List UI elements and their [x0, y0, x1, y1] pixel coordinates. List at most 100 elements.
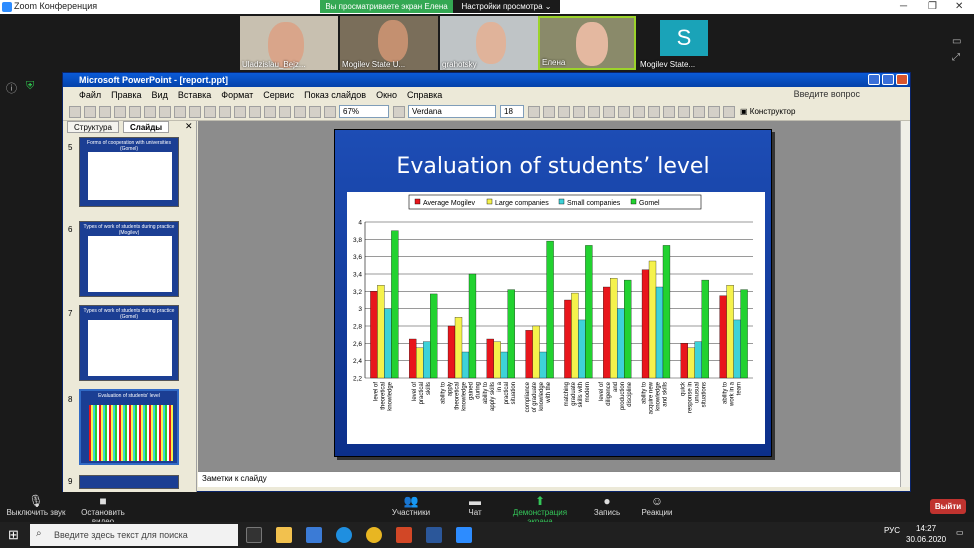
- menu-edit[interactable]: Правка: [111, 90, 141, 100]
- grid-icon[interactable]: [324, 105, 336, 118]
- legend-label: Small companies: [567, 200, 621, 207]
- participant-tile[interactable]: Uladzislau_Bejz...: [240, 16, 338, 70]
- help-question-box[interactable]: Введите вопрос: [794, 89, 860, 99]
- participant-tile[interactable]: Mogilev State U...: [340, 16, 438, 70]
- email-icon[interactable]: [129, 105, 141, 118]
- reactions-button[interactable]: ☺ Реакции: [640, 494, 674, 517]
- file-explorer-icon[interactable]: [276, 527, 292, 543]
- powerpoint-icon[interactable]: [396, 527, 412, 543]
- align-left-icon[interactable]: [588, 105, 600, 118]
- keyboard-language[interactable]: РУС: [884, 526, 900, 535]
- participants-icon: 👥: [403, 494, 419, 508]
- record-button[interactable]: ● Запись: [592, 494, 622, 517]
- slide-thumbnail[interactable]: [79, 475, 179, 489]
- shadow-icon[interactable]: [573, 105, 585, 118]
- help-icon[interactable]: [393, 105, 405, 118]
- zoom-select[interactable]: 67%: [339, 105, 389, 118]
- print-icon[interactable]: [144, 105, 156, 118]
- participant-tile-active[interactable]: Елена: [538, 16, 636, 70]
- share-screen-icon: ⬆: [534, 494, 546, 508]
- undo-icon[interactable]: [249, 105, 261, 118]
- italic-icon[interactable]: [543, 105, 555, 118]
- thumb-number: 8: [68, 395, 73, 404]
- increase-indent-icon[interactable]: [708, 105, 720, 118]
- menu-tools[interactable]: Сервис: [263, 90, 294, 100]
- bold-icon[interactable]: [528, 105, 540, 118]
- menu-file[interactable]: Файл: [79, 90, 101, 100]
- new-icon[interactable]: [69, 105, 81, 118]
- panel-close-icon[interactable]: ✕: [185, 121, 193, 132]
- leave-button[interactable]: Выйти: [930, 499, 966, 514]
- font-color-icon[interactable]: [723, 105, 735, 118]
- slide-thumbnail[interactable]: Types of work of students during practic…: [79, 305, 179, 381]
- menu-window[interactable]: Окно: [376, 90, 397, 100]
- chat-button[interactable]: ▬ Чат: [462, 494, 488, 517]
- windows-start-icon[interactable]: ⊞: [8, 527, 19, 543]
- participant-tile[interactable]: grahotsky: [440, 16, 538, 70]
- save-icon[interactable]: [99, 105, 111, 118]
- table-icon[interactable]: [294, 105, 306, 118]
- minimize-icon[interactable]: ─: [900, 1, 907, 12]
- menu-view[interactable]: Вид: [152, 90, 168, 100]
- ppt-minimize-icon[interactable]: [868, 74, 880, 85]
- notes-pane[interactable]: Заметки к слайду: [198, 471, 900, 487]
- copy-icon[interactable]: [204, 105, 216, 118]
- spelling-icon[interactable]: [174, 105, 186, 118]
- paste-icon[interactable]: [219, 105, 231, 118]
- task-view-icon[interactable]: [246, 527, 262, 543]
- ppt-maximize-icon[interactable]: [882, 74, 894, 85]
- font-name-select[interactable]: Verdana: [408, 105, 496, 118]
- slide-thumbnail-selected[interactable]: Evaluation of students' level: [79, 389, 179, 465]
- menu-insert[interactable]: Вставка: [178, 90, 211, 100]
- participants-button[interactable]: 👥 Участники: [388, 494, 434, 517]
- zoom-icon[interactable]: [456, 527, 472, 543]
- numbering-icon[interactable]: [633, 105, 645, 118]
- designer-button[interactable]: ▣ Конструктор: [740, 107, 795, 116]
- word-icon[interactable]: [426, 527, 442, 543]
- menu-format[interactable]: Формат: [221, 90, 253, 100]
- align-right-icon[interactable]: [618, 105, 630, 118]
- x-tick-label: ability toapply skillsin apracticalsitua…: [483, 381, 517, 411]
- chart-icon[interactable]: [279, 105, 291, 118]
- participant-tile[interactable]: S Mogilev State...: [638, 16, 736, 70]
- slide[interactable]: Evaluation of students’ level Average Mo…: [334, 129, 772, 457]
- bar: [532, 325, 540, 379]
- store-icon[interactable]: [306, 527, 322, 543]
- ppt-close-icon[interactable]: [896, 74, 908, 85]
- slide-thumbnail[interactable]: Types of work of students during practic…: [79, 221, 179, 297]
- tables-borders-icon[interactable]: [309, 105, 321, 118]
- underline-icon[interactable]: [558, 105, 570, 118]
- slide-thumbnail[interactable]: Forms of cooperation with universities (…: [79, 137, 179, 207]
- permission-icon[interactable]: [114, 105, 126, 118]
- close-icon[interactable]: ✕: [955, 1, 963, 12]
- open-icon[interactable]: [84, 105, 96, 118]
- bullets-icon[interactable]: [648, 105, 660, 118]
- increase-font-icon[interactable]: [663, 105, 675, 118]
- preview-icon[interactable]: [159, 105, 171, 118]
- decrease-font-icon[interactable]: [678, 105, 690, 118]
- mute-button[interactable]: 🎙 Выключить звук: [6, 494, 66, 517]
- ppt-toolbar: 67% Verdana 18 ▣ Конструктор: [63, 103, 910, 121]
- view-settings-button[interactable]: Настройки просмотра ⌄: [453, 0, 560, 13]
- align-center-icon[interactable]: [603, 105, 615, 118]
- cut-icon[interactable]: [189, 105, 201, 118]
- shield-icon[interactable]: ⛨: [26, 80, 34, 93]
- decrease-indent-icon[interactable]: [693, 105, 705, 118]
- tab-outline[interactable]: Структура: [67, 121, 119, 133]
- info-icon[interactable]: ⓘ: [6, 80, 17, 96]
- vertical-scrollbar[interactable]: [900, 121, 910, 487]
- bar: [377, 285, 385, 379]
- chrome-icon[interactable]: [366, 527, 382, 543]
- taskbar-search-input[interactable]: Введите здесь текст для поиска: [30, 524, 238, 546]
- edge-icon[interactable]: [336, 527, 352, 543]
- tab-slides[interactable]: Слайды: [123, 121, 170, 133]
- menu-slideshow[interactable]: Показ слайдов: [304, 90, 366, 100]
- redo-icon[interactable]: [264, 105, 276, 118]
- restore-icon[interactable]: ❐: [928, 1, 937, 12]
- notifications-icon[interactable]: ▭: [956, 528, 964, 537]
- fullscreen-icon[interactable]: ⤢: [952, 52, 960, 63]
- menu-help[interactable]: Справка: [407, 90, 442, 100]
- font-size-select[interactable]: 18: [500, 105, 524, 118]
- gallery-options-icon[interactable]: ▭: [952, 36, 961, 47]
- format-painter-icon[interactable]: [234, 105, 246, 118]
